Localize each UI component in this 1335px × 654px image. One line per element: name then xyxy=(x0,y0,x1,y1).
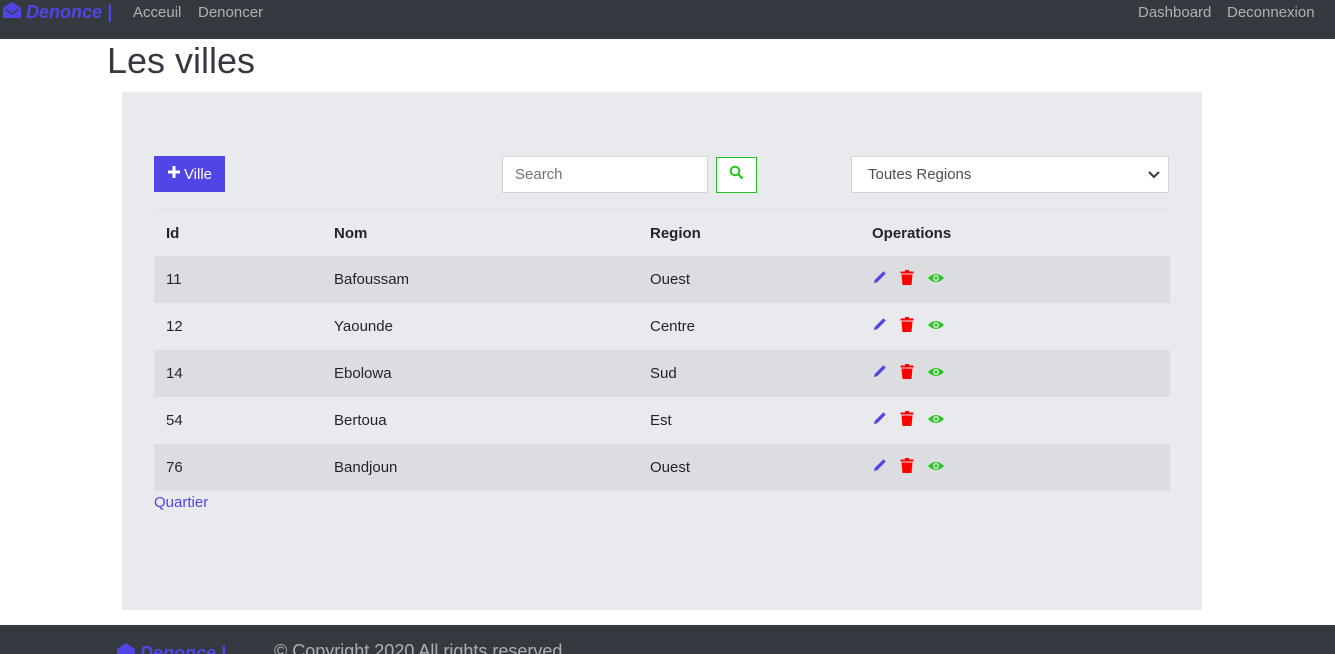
search-icon xyxy=(729,165,744,185)
search-input[interactable] xyxy=(502,156,708,193)
cell-id: 76 xyxy=(166,459,183,476)
cell-id: 54 xyxy=(166,412,183,429)
cell-nom: Ebolowa xyxy=(334,365,392,382)
cell-operations xyxy=(872,444,945,491)
page-title: Les villes xyxy=(107,40,256,81)
brand-link[interactable]: Denonce | xyxy=(2,1,112,23)
column-header-nom: Nom xyxy=(334,224,368,242)
cell-nom: Bafoussam xyxy=(334,271,410,288)
cell-operations xyxy=(872,350,945,397)
search-button[interactable] xyxy=(716,157,757,193)
add-ville-label: Ville xyxy=(183,165,213,183)
column-header-region: Region xyxy=(650,224,701,242)
cell-region: Ouest xyxy=(650,459,691,476)
navbar: Denonce | Acceuil Denoncer Dashboard Dec… xyxy=(0,0,1335,39)
cell-id: 11 xyxy=(166,271,182,288)
cell-operations xyxy=(872,256,945,303)
region-select-value: Toutes Regions xyxy=(868,166,972,183)
eye-icon[interactable] xyxy=(927,271,945,288)
envelope-open-icon xyxy=(116,642,136,654)
trash-icon[interactable] xyxy=(900,458,914,477)
table-header: Id Nom Region Operations xyxy=(154,210,1170,256)
eye-icon[interactable] xyxy=(927,365,945,382)
table-row: 12 Yaounde Centre xyxy=(154,303,1170,350)
table-row: 76 Bandjoun Ouest xyxy=(154,444,1170,491)
cell-region: Centre xyxy=(650,318,696,335)
eye-icon[interactable] xyxy=(927,412,945,429)
region-select[interactable]: Toutes Regions xyxy=(851,156,1169,193)
pencil-icon[interactable] xyxy=(872,270,887,289)
footer-brand-text: Denonce | xyxy=(140,643,227,654)
nav-link-acceuil[interactable]: Acceuil xyxy=(133,4,181,21)
pencil-icon[interactable] xyxy=(872,411,887,430)
table-row: 54 Bertoua Est xyxy=(154,397,1170,444)
pencil-icon[interactable] xyxy=(872,364,887,383)
villes-table: Id Nom Region Operations 11 Bafoussam Oues… xyxy=(154,209,1170,491)
pencil-icon[interactable] xyxy=(872,458,887,477)
table-row: 11 Bafoussam Ouest xyxy=(154,256,1170,303)
trash-icon[interactable] xyxy=(900,270,914,289)
nav-link-dashboard[interactable]: Dashboard xyxy=(1138,4,1211,21)
cell-id: 12 xyxy=(166,318,183,335)
copyright-text: © Copyright 2020 All rights reserved xyxy=(274,641,563,654)
cell-region: Ouest xyxy=(650,271,691,288)
table-row: 14 Ebolowa Sud xyxy=(154,350,1170,397)
cell-nom: Bertoua xyxy=(334,412,387,429)
column-header-operations: Operations xyxy=(872,224,952,242)
chevron-down-icon xyxy=(1148,166,1160,183)
cell-id: 14 xyxy=(166,365,183,382)
cell-operations xyxy=(872,303,945,350)
footer: Denonce | © Copyright 2020 All rights re… xyxy=(0,625,1335,654)
cell-region: Sud xyxy=(650,365,677,382)
cell-nom: Yaounde xyxy=(334,318,393,335)
eye-icon[interactable] xyxy=(927,318,945,335)
nav-link-denoncer[interactable]: Denoncer xyxy=(198,4,263,21)
column-header-id: Id xyxy=(166,224,180,242)
brand-text: Denonce | xyxy=(26,1,113,22)
quartier-link[interactable]: Quartier xyxy=(154,494,208,511)
cell-nom: Bandjoun xyxy=(334,459,398,476)
cell-operations xyxy=(872,397,945,444)
footer-brand[interactable]: Denonce | xyxy=(116,642,226,654)
pencil-icon[interactable] xyxy=(872,317,887,336)
eye-icon[interactable] xyxy=(927,459,945,476)
envelope-open-icon xyxy=(2,1,22,24)
cell-region: Est xyxy=(650,412,672,429)
add-ville-button[interactable]: Ville xyxy=(154,156,225,192)
trash-icon[interactable] xyxy=(900,364,914,383)
trash-icon[interactable] xyxy=(900,411,914,430)
nav-link-deconnexion[interactable]: Deconnexion xyxy=(1227,4,1315,21)
trash-icon[interactable] xyxy=(900,317,914,336)
plus-icon xyxy=(167,165,181,183)
